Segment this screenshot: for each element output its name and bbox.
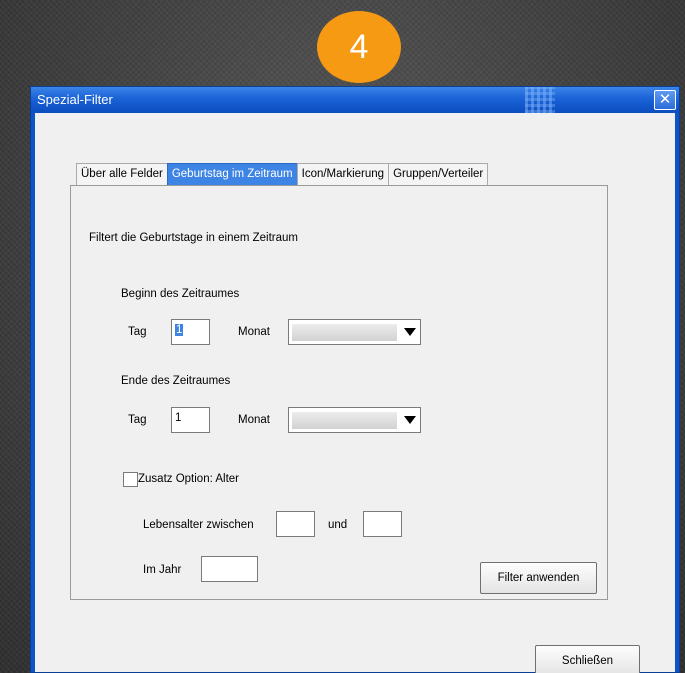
age-between-label: Lebensalter zwischen [143,519,254,531]
dialog-window: Spezial-Filter ✕ Über alle Felder Geburt… [30,86,680,673]
end-tag-value: 1 [175,412,182,424]
begin-tag-label: Tag [128,326,147,338]
apply-filter-button[interactable]: Filter anwenden [480,562,597,594]
end-tag-input[interactable]: 1 [171,407,210,433]
und-label: und [328,519,348,531]
tab-strip: Über alle Felder Geburtstag im Zeitraum … [76,163,489,185]
begin-monat-dropdown[interactable] [288,319,421,345]
tab-alle-felder[interactable]: Über alle Felder [76,163,168,185]
step-number: 4 [349,27,369,66]
tab-gruppen-verteiler[interactable]: Gruppen/Verteiler [388,163,489,185]
zusatz-option-checkbox[interactable] [123,472,138,487]
year-label: Im Jahr [143,564,182,576]
end-monat-dropdown[interactable] [288,407,421,433]
tab-icon-markierung[interactable]: Icon/Markierung [296,163,390,185]
close-icon[interactable]: ✕ [654,90,676,110]
tab-panel: Filtert die Geburtstage in einem Zeitrau… [70,185,608,600]
year-input[interactable] [201,556,258,582]
tab-geburtstag-im-zeitraum[interactable]: Geburtstag im Zeitraum [166,163,298,185]
window-title: Spezial-Filter [37,92,113,107]
dialog-content: Über alle Felder Geburtstag im Zeitraum … [35,113,675,673]
begin-monat-value [292,324,397,341]
begin-tag-input[interactable]: 1 [171,319,210,345]
dropdown-arrow-icon[interactable] [404,416,416,424]
panel-description: Filtert die Geburtstage in einem Zeitrau… [89,232,299,244]
begin-monat-label: Monat [238,326,270,338]
end-monat-label: Monat [238,414,270,426]
begin-heading: Beginn des Zeitraumes [121,288,240,300]
title-bar[interactable]: Spezial-Filter ✕ [31,87,679,113]
zusatz-option-label[interactable]: Zusatz Option: Alter [138,473,239,485]
begin-tag-value: 1 [175,324,184,336]
end-heading: Ende des Zeitraumes [121,375,231,387]
close-button[interactable]: Schließen [535,645,640,673]
dropdown-arrow-icon[interactable] [404,328,416,336]
step-number-badge: 4 [317,11,401,83]
titlebar-decoration [525,87,555,113]
end-monat-value [292,412,397,429]
age-to-input[interactable] [363,511,402,537]
end-tag-label: Tag [128,414,147,426]
age-from-input[interactable] [276,511,315,537]
